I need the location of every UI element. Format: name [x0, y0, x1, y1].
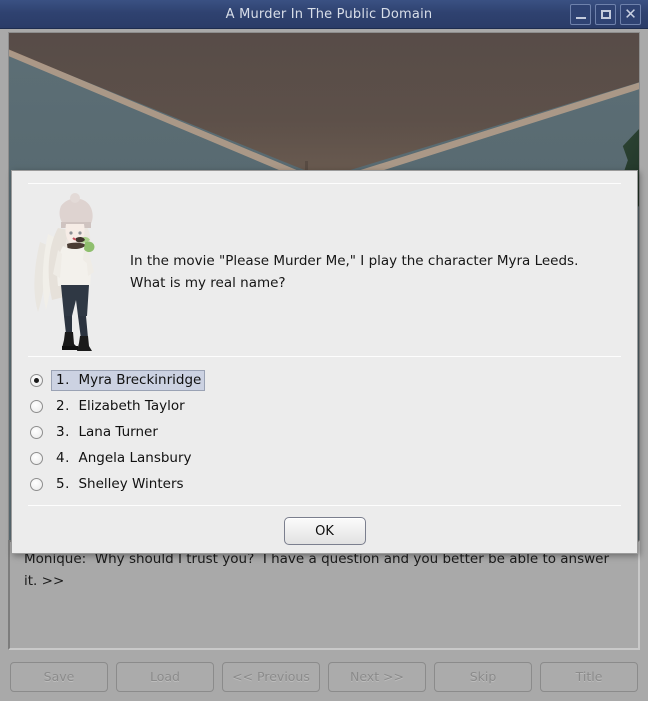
- quiz-option-4-number: 4.: [56, 449, 70, 466]
- quiz-footer: OK: [12, 506, 637, 545]
- previous-button[interactable]: << Previous: [222, 661, 320, 692]
- quiz-option-2-label: 2. Elizabeth Taylor: [51, 396, 189, 417]
- game-window: A Murder In The Public Domain ✕ Monique:…: [0, 0, 648, 701]
- quiz-option-5-number: 5.: [56, 475, 70, 492]
- radio-icon-2[interactable]: [30, 399, 43, 413]
- quiz-body: In the movie "Please Murder Me," I play …: [12, 184, 637, 356]
- quiz-question: In the movie "Please Murder Me," I play …: [130, 253, 579, 291]
- quiz-option-3-text: Lana Turner: [78, 423, 158, 440]
- quiz-option-5-text: Shelley Winters: [78, 475, 184, 492]
- load-button[interactable]: Load: [116, 661, 214, 692]
- quiz-option-3-number: 3.: [56, 423, 70, 440]
- quiz-option-4-label: 4. Angela Lansbury: [51, 448, 196, 469]
- dialogue-panel[interactable]: Monique: Why should I trust you? I have …: [8, 540, 640, 650]
- next-button[interactable]: Next >>: [328, 661, 426, 692]
- save-button[interactable]: Save: [10, 661, 108, 692]
- quiz-option-2[interactable]: 2. Elizabeth Taylor: [30, 393, 621, 419]
- quiz-option-1-number: 1.: [56, 371, 70, 388]
- quiz-option-5-label: 5. Shelley Winters: [51, 474, 188, 495]
- skip-button[interactable]: Skip: [434, 661, 532, 692]
- minimize-icon: [575, 16, 586, 19]
- window-title: A Murder In The Public Domain: [225, 6, 433, 22]
- monique-sprite: [28, 188, 116, 356]
- close-icon: ✕: [624, 4, 637, 23]
- radio-icon-4[interactable]: [30, 451, 43, 465]
- quiz-option-1[interactable]: 1. Myra Breckinridge: [30, 367, 621, 393]
- quiz-option-3-label: 3. Lana Turner: [51, 422, 162, 443]
- quiz-option-4[interactable]: 4. Angela Lansbury: [30, 445, 621, 471]
- quiz-option-4-text: Angela Lansbury: [78, 449, 192, 466]
- radio-icon-5[interactable]: [30, 477, 43, 491]
- quiz-option-2-number: 2.: [56, 397, 70, 414]
- window-controls: ✕: [570, 3, 648, 25]
- radio-icon-3[interactable]: [30, 425, 43, 439]
- quiz-option-3[interactable]: 3. Lana Turner: [30, 419, 621, 445]
- title-button[interactable]: Title: [540, 661, 638, 692]
- title-bar: A Murder In The Public Domain ✕: [0, 0, 648, 29]
- quiz-options: 1. Myra Breckinridge 2. Elizabeth Taylor…: [12, 357, 637, 505]
- quiz-option-5[interactable]: 5. Shelley Winters: [30, 471, 621, 497]
- quiz-option-1-text: Myra Breckinridge: [78, 371, 202, 388]
- minimize-button[interactable]: [570, 3, 591, 25]
- quiz-option-2-text: Elizabeth Taylor: [78, 397, 185, 414]
- quiz-dialog: In the movie "Please Murder Me," I play …: [11, 170, 638, 554]
- ok-button[interactable]: OK: [283, 517, 366, 545]
- quiz-option-1-label: 1. Myra Breckinridge: [51, 369, 206, 391]
- maximize-button[interactable]: [595, 3, 616, 25]
- bottom-toolbar: Save Load << Previous Next >> Skip Title: [0, 652, 648, 701]
- close-button[interactable]: ✕: [620, 3, 641, 25]
- maximize-icon: [600, 9, 611, 19]
- radio-icon-1[interactable]: [30, 373, 43, 387]
